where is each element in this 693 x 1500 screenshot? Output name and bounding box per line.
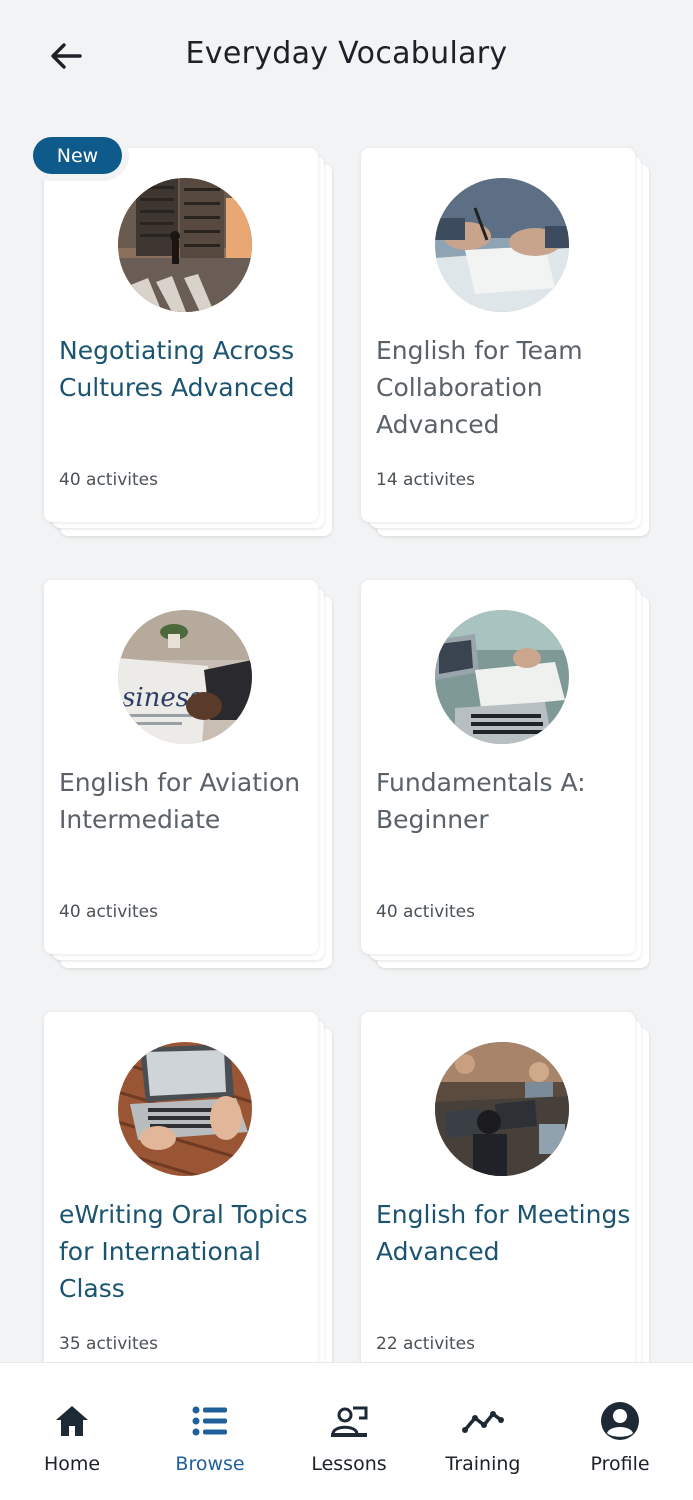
activity-count: 14 activites xyxy=(376,470,475,490)
course-title: eWriting Oral Topics for International C… xyxy=(59,1200,308,1303)
course-card-stack: siness English for Aviation Intermediate… xyxy=(44,580,334,972)
tab-label: Home xyxy=(43,1453,101,1475)
course-card[interactable]: Negotiating Across Cultures Advanced 40 … xyxy=(44,148,318,522)
course-card-stack: Fundamentals A: Beginner 40 activites xyxy=(361,580,651,972)
tab-browse[interactable]: Browse xyxy=(141,1363,279,1500)
course-thumbnail xyxy=(118,1042,252,1176)
course-title: English for Meetings Advanced xyxy=(376,1200,631,1266)
course-title: Fundamentals A: Beginner xyxy=(376,768,586,834)
activity-count: 40 activites xyxy=(59,470,158,490)
course-thumbnail: siness xyxy=(118,610,252,744)
page-title: Everyday Vocabulary xyxy=(185,36,508,71)
activity-count: 40 activites xyxy=(376,902,475,922)
course-card-stack: English for Meetings Advanced 22 activit… xyxy=(361,1012,651,1404)
activity-count: 22 activites xyxy=(376,1334,475,1354)
activity-count: 40 activites xyxy=(59,902,158,922)
tab-profile[interactable]: Profile xyxy=(551,1363,689,1500)
course-title: English for Aviation Intermediate xyxy=(59,768,301,834)
course-card-stack: Negotiating Across Cultures Advanced 40 … xyxy=(44,148,334,540)
course-card[interactable]: eWriting Oral Topics for International C… xyxy=(44,1012,318,1386)
course-title: English for Team Collaboration Advanced xyxy=(376,336,583,439)
lessons-icon xyxy=(331,1406,368,1437)
home-icon xyxy=(56,1406,88,1436)
new-badge: New xyxy=(33,137,122,174)
tab-home[interactable]: Home xyxy=(3,1363,141,1500)
course-thumbnail xyxy=(118,178,252,312)
tab-lessons[interactable]: Lessons xyxy=(280,1363,418,1500)
tab-training[interactable]: Training xyxy=(414,1363,552,1500)
course-thumbnail xyxy=(435,610,569,744)
bottom-tab-bar: Home Browse Lessons Training Profile xyxy=(0,1362,693,1500)
profile-icon xyxy=(601,1402,639,1440)
tab-label: Lessons xyxy=(311,1453,387,1475)
trend-icon xyxy=(462,1411,504,1433)
list-icon xyxy=(192,1406,227,1436)
tab-label: Profile xyxy=(590,1453,650,1475)
tab-label: Browse xyxy=(175,1453,245,1475)
app-header: Everyday Vocabulary xyxy=(0,0,693,112)
course-card[interactable]: siness English for Aviation Intermediate… xyxy=(44,580,318,954)
course-card[interactable]: English for Meetings Advanced 22 activit… xyxy=(361,1012,635,1386)
course-card[interactable]: Fundamentals A: Beginner 40 activites xyxy=(361,580,635,954)
course-thumbnail xyxy=(435,1042,569,1176)
activity-count: 35 activites xyxy=(59,1334,158,1354)
tab-label: Training xyxy=(445,1453,521,1475)
course-thumbnail xyxy=(435,178,569,312)
course-card-stack: eWriting Oral Topics for International C… xyxy=(44,1012,334,1404)
course-title: Negotiating Across Cultures Advanced xyxy=(59,336,295,402)
course-card-stack: English for Team Collaboration Advanced … xyxy=(361,148,651,540)
course-card[interactable]: English for Team Collaboration Advanced … xyxy=(361,148,635,522)
